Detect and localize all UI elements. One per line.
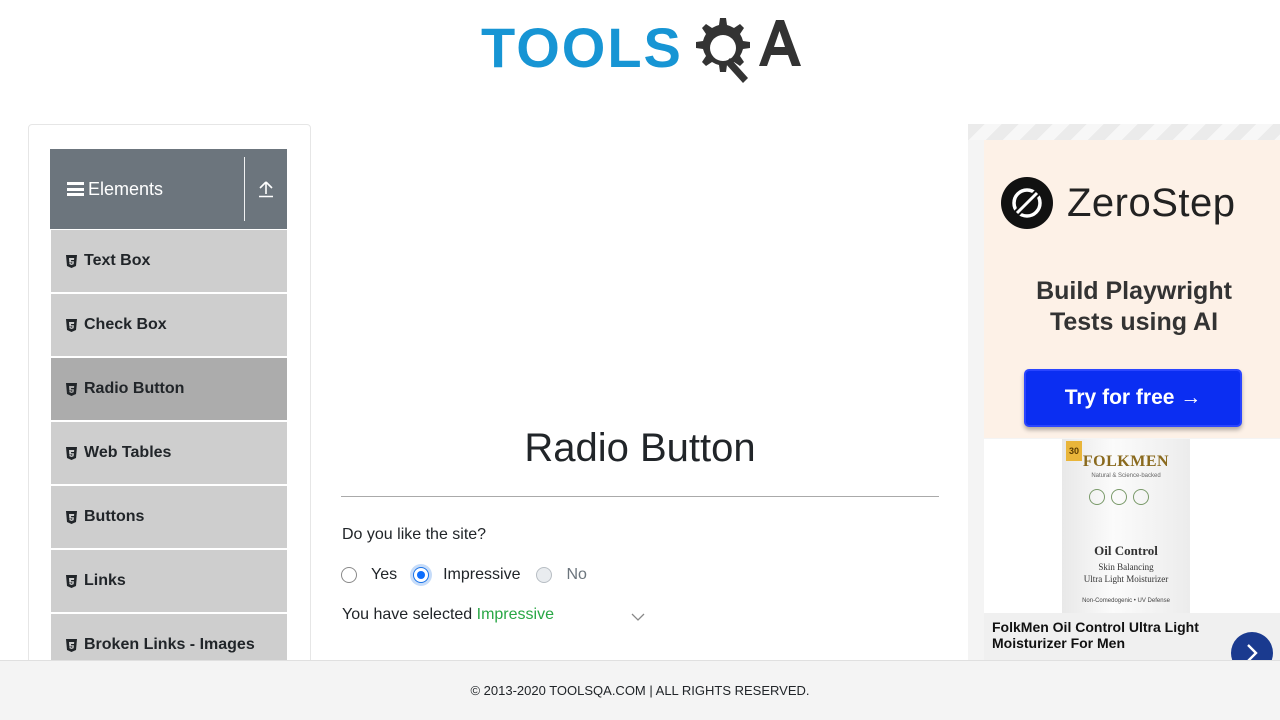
product-brand: FOLKMEN (1082, 453, 1170, 470)
html5-icon (66, 574, 77, 588)
product-tube: 30 FOLKMEN Natural & Science-backed Oil … (1062, 439, 1190, 614)
group-divider (244, 157, 245, 221)
hamburger-icon (67, 182, 84, 196)
zerostep-name: ZeroStep (1067, 180, 1236, 225)
radio-option-no: No (536, 566, 587, 584)
html5-icon (66, 382, 77, 396)
radio-no (536, 567, 553, 583)
product-desc-line-2: Ultra Light Moisturizer (1083, 574, 1169, 584)
radio-label-yes[interactable]: Yes (371, 566, 397, 584)
product-fine-print: Non-Comedogenic • UV Defense (1082, 598, 1170, 604)
title-divider (341, 496, 939, 497)
product-name: Oil Control (1094, 543, 1158, 558)
sidebar-item-label: Web Tables (84, 444, 172, 461)
selection-result: You have selected Impressive (342, 606, 554, 624)
product-subtitle: Natural & Science-backed (1091, 473, 1161, 479)
html5-icon (66, 510, 77, 524)
footer-text: © 2013-2020 TOOLSQA.COM | ALL RIGHTS RES… (470, 683, 810, 698)
toolsqa-logo[interactable]: TOOLS (481, 14, 805, 92)
page-title: Radio Button (524, 426, 756, 470)
radio-yes[interactable] (341, 567, 357, 583)
sidebar-item-radio-button[interactable]: Radio Button (51, 358, 287, 420)
elements-menu: Text Box Check Box Radio Button Web Tabl… (51, 230, 287, 678)
ad-pattern (968, 124, 1280, 140)
radio-label-no: No (566, 566, 587, 583)
product-badges (1089, 489, 1149, 505)
html5-icon (66, 446, 77, 460)
group-title-label: Elements (88, 178, 164, 199)
product-desc-line-1: Skin Balancing (1098, 562, 1154, 572)
try-for-free-button[interactable]: Try for free → (1024, 369, 1242, 427)
sidebar-item-label: Buttons (84, 508, 145, 525)
group-title[interactable]: Elements (50, 149, 244, 229)
html5-icon (66, 318, 77, 332)
sidebar-item-label: Text Box (84, 252, 151, 269)
sidebar-item-text-box[interactable]: Text Box (51, 230, 287, 292)
sidebar-item-label: Check Box (84, 316, 167, 333)
result-value: Impressive (476, 606, 554, 623)
html5-icon (66, 254, 77, 268)
chevron-down-icon[interactable] (630, 612, 646, 622)
chevron-right-icon (1247, 644, 1258, 660)
sidebar-item-label: Broken Links - Images (84, 636, 255, 653)
sidebar-item-web-tables[interactable]: Web Tables (51, 422, 287, 484)
logo-text: TOOLS (481, 16, 683, 79)
radio-impressive[interactable] (413, 567, 430, 583)
radio-option-impressive[interactable]: Impressive (413, 566, 520, 584)
question-text: Do you like the site? (342, 526, 487, 543)
zerostep-tagline: Build Playwright Tests using AI (984, 276, 1280, 338)
product-desc: Skin Balancing Ultra Light Moisturizer (1062, 561, 1190, 585)
sidebar-item-label: Links (84, 572, 126, 589)
site-header: TOOLS (0, 0, 1280, 110)
product-ad-image[interactable]: 30 FOLKMEN Natural & Science-backed Oil … (984, 439, 1280, 615)
left-panel: Elements Text Box Check Box Radio Button… (28, 124, 311, 684)
advertisement[interactable]: ZeroStep Build Playwright Tests using AI… (968, 124, 1280, 660)
zerostep-brand: ZeroStep (1001, 177, 1236, 229)
tagline-line-2: Tests using AI (1049, 308, 1219, 336)
tagline-line-1: Build Playwright (1036, 277, 1232, 305)
html5-icon (66, 638, 77, 652)
result-prefix: You have selected (342, 606, 477, 623)
sidebar-item-buttons[interactable]: Buttons (51, 486, 287, 548)
elements-group-header[interactable]: Elements (50, 149, 287, 229)
site-footer: © 2013-2020 TOOLSQA.COM | ALL RIGHTS RES… (0, 660, 1280, 720)
collapse-arrow-icon (259, 181, 273, 198)
zerostep-ad[interactable]: ZeroStep Build Playwright Tests using AI… (984, 140, 1280, 438)
logo-gear-qa-icon (696, 18, 801, 83)
zerostep-logo-icon (1001, 177, 1053, 229)
radio-option-yes[interactable]: Yes (341, 566, 397, 584)
sidebar-item-check-box[interactable]: Check Box (51, 294, 287, 356)
group-toggle-button[interactable] (245, 149, 287, 229)
radio-label-impressive[interactable]: Impressive (443, 566, 520, 584)
sidebar-item-links[interactable]: Links (51, 550, 287, 612)
radio-group: Yes Impressive No (341, 564, 603, 586)
sidebar-item-label: Radio Button (84, 380, 185, 397)
